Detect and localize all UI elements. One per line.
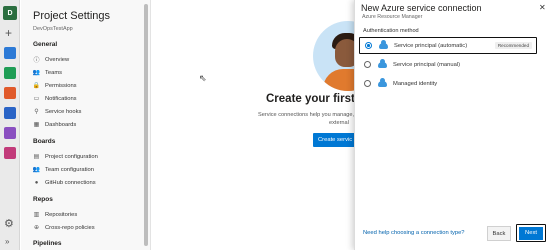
section-repos: Repos	[33, 196, 53, 203]
mouse-cursor-icon: ⇖	[199, 73, 207, 83]
repository-icon: ▥	[33, 212, 40, 218]
organization-avatar[interactable]: D	[3, 6, 17, 20]
option-managed-identity[interactable]: Managed identity	[359, 75, 537, 92]
sidebar-item-label: Cross-repo policies	[45, 224, 95, 231]
radio-icon[interactable]	[364, 61, 371, 68]
section-general: General	[33, 41, 58, 48]
sidebar-item-label: Permissions	[45, 82, 77, 89]
help-link[interactable]: Need help choosing a connection type?	[363, 230, 465, 236]
panel-title: New Azure service connection	[361, 3, 482, 13]
document-icon: ▤	[33, 154, 40, 160]
sidebar-item-label: Project configuration	[45, 153, 98, 160]
sidebar-item-cross-repo-policies[interactable]: ⊕ Cross-repo policies	[33, 224, 95, 232]
recommended-badge: Recommended	[494, 42, 532, 49]
sidebar-item-label: Overview	[45, 56, 70, 63]
artifacts-icon[interactable]	[4, 147, 16, 159]
sidebar-item-teams[interactable]: 👥 Teams	[32, 69, 63, 77]
sidebar-item-dashboards[interactable]: ▦ Dashboards	[33, 121, 77, 129]
project-name: DevOpsTestApp	[33, 26, 73, 32]
info-icon: ⓘ	[33, 58, 40, 64]
team-icon: 👥	[32, 167, 41, 173]
sidebar-item-permissions[interactable]: 🔒 Permissions	[32, 82, 77, 90]
add-icon[interactable]: +	[5, 27, 17, 39]
sidebar-item-label: Teams	[45, 69, 63, 76]
sidebar-item-label: GitHub connections	[45, 179, 96, 186]
overview-icon[interactable]	[4, 47, 16, 59]
sidebar-item-notifications[interactable]: ▭ Notifications	[33, 95, 77, 103]
next-button[interactable]: Next	[519, 226, 543, 240]
sidebar-item-overview[interactable]: ⓘ Overview	[33, 56, 70, 65]
sidebar-item-label: Notifications	[45, 95, 77, 102]
empty-state-title: Create your first s	[266, 93, 365, 105]
azure-cloud-icon	[378, 78, 387, 87]
empty-state-description-line2: external	[329, 120, 349, 126]
radio-icon[interactable]	[364, 80, 371, 87]
policy-icon: ⊕	[33, 225, 40, 231]
sidebar-item-github-connections[interactable]: ● GitHub connections	[33, 179, 96, 186]
gear-icon[interactable]: ⚙	[4, 218, 16, 230]
sidebar-item-repositories[interactable]: ▥ Repositories	[33, 211, 78, 219]
hook-icon: ⚲	[34, 109, 39, 115]
github-icon: ●	[34, 179, 39, 186]
page-title: Project Settings	[33, 10, 111, 22]
lock-icon: 🔒	[32, 83, 41, 89]
repos-icon[interactable]	[4, 87, 16, 99]
sidebar-item-label: Repositories	[45, 211, 78, 218]
back-button[interactable]: Back	[487, 226, 511, 241]
section-boards: Boards	[33, 138, 56, 145]
close-icon[interactable]: ✕	[539, 3, 546, 12]
sidebar-item-service-hooks[interactable]: ⚲ Service hooks	[33, 108, 82, 116]
dashboard-icon: ▦	[33, 122, 40, 128]
people-icon: 👥	[32, 70, 41, 76]
sidebar-item-label: Service hooks	[45, 108, 82, 115]
sidebar-item-team-configuration[interactable]: 👥 Team configuration	[32, 166, 94, 174]
option-service-principal-automatic[interactable]: Service principal (automatic) Recommende…	[359, 37, 537, 54]
option-label: Service principal (automatic)	[394, 42, 468, 49]
azure-cloud-icon	[378, 59, 387, 68]
settings-scrollbar[interactable]	[144, 4, 148, 246]
azure-cloud-icon	[379, 40, 388, 49]
pipelines-icon[interactable]	[4, 107, 16, 119]
project-settings-panel: Project Settings DevOpsTestApp General ⓘ…	[21, 0, 151, 250]
panel-subtitle: Azure Resource Manager	[362, 14, 423, 20]
test-plans-icon[interactable]	[4, 127, 16, 139]
boards-icon[interactable]	[4, 67, 16, 79]
option-service-principal-manual[interactable]: Service principal (manual)	[359, 56, 537, 73]
sidebar-item-label: Team configuration	[45, 166, 94, 173]
chat-icon: ▭	[33, 96, 40, 102]
sidebar-item-project-configuration[interactable]: ▤ Project configuration	[33, 153, 98, 161]
new-service-connection-panel: New Azure service connection Azure Resou…	[354, 0, 552, 250]
option-label: Service principal (manual)	[393, 61, 461, 68]
radio-selected-icon[interactable]	[365, 42, 372, 49]
section-pipelines: Pipelines	[33, 240, 62, 247]
next-button-highlight: Next	[516, 224, 546, 242]
authentication-method-label: Authentication method	[363, 28, 419, 34]
expand-icon[interactable]: »	[5, 236, 17, 248]
option-label: Managed identity	[393, 80, 438, 87]
app-bar: D + ⚙ »	[0, 0, 20, 250]
sidebar-item-label: Dashboards	[45, 121, 77, 128]
empty-state-description: Service connections help you manage,	[258, 112, 355, 118]
